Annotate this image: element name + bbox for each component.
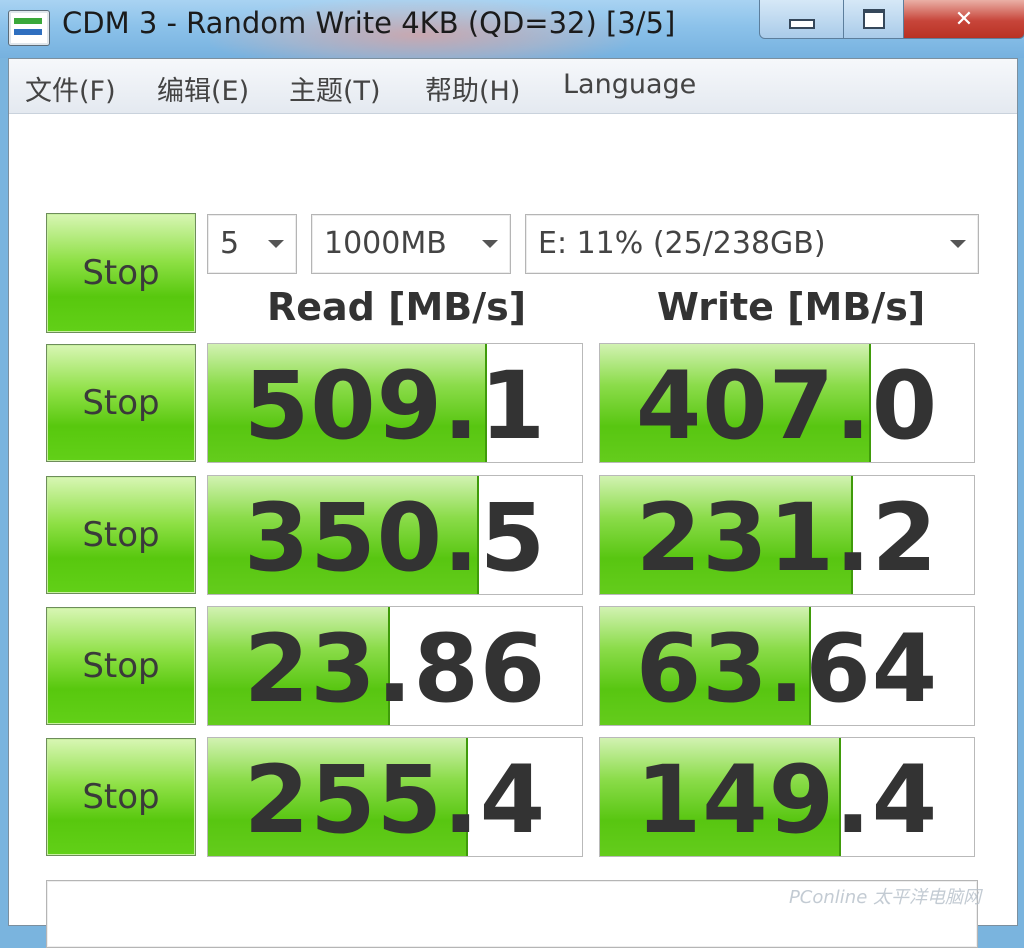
write-value: 231.2 [635, 484, 939, 593]
read-value: 509.1 [243, 352, 547, 461]
cdm-app-icon[interactable] [8, 10, 50, 46]
close-button[interactable]: ✕ [903, 0, 1024, 39]
test-size-value: 1000MB [324, 226, 447, 261]
stop-all-label: Stop [82, 253, 160, 293]
write-value: 149.4 [635, 746, 939, 855]
app-icon-bar-blue [14, 29, 42, 35]
stop-label: Stop [82, 646, 160, 686]
watermark-logo: PConline 太平洋电脑网 [788, 887, 981, 908]
chevron-down-icon [482, 240, 498, 248]
stop-seq-button[interactable]: Stop [46, 344, 196, 462]
app-icon-bar-green [14, 18, 42, 24]
drive-select[interactable]: E: 11% (25/238GB) [525, 214, 979, 274]
benchmark-panel: Stop 5 1000MB E: 11% (25/238GB) Read [MB… [9, 114, 1017, 948]
minimize-icon [789, 19, 815, 29]
maximize-button[interactable] [843, 0, 905, 39]
chevron-down-icon [950, 240, 966, 248]
app-window: 文件(F) 编辑(E) 主题(T) 帮助(H) Language Stop 5 … [8, 58, 1018, 948]
read-result-512k: 350.5 [207, 475, 583, 595]
menu-file[interactable]: 文件(F) [25, 69, 116, 108]
window-controls: ✕ [759, 0, 1024, 40]
minimize-button[interactable] [759, 0, 845, 39]
read-value: 255.4 [243, 746, 547, 855]
stop-all-button[interactable]: Stop [46, 213, 196, 333]
window-title: CDM 3 - Random Write 4KB (QD=32) [3/5] [62, 6, 676, 40]
menu-theme[interactable]: 主题(T) [289, 69, 381, 108]
stop-label: Stop [82, 777, 160, 817]
stop-label: Stop [82, 515, 160, 555]
maximize-icon [863, 9, 885, 29]
title-bar: CDM 3 - Random Write 4KB (QD=32) [3/5] ✕ [0, 0, 1024, 70]
write-value: 63.64 [635, 615, 939, 724]
write-result-512k: 231.2 [599, 475, 975, 595]
close-icon: ✕ [954, 6, 974, 32]
test-size-select[interactable]: 1000MB [311, 214, 511, 274]
menu-language[interactable]: Language [563, 69, 696, 100]
chevron-down-icon [268, 240, 284, 248]
read-value: 350.5 [243, 484, 547, 593]
drive-value: E: 11% (25/238GB) [538, 226, 826, 261]
stop-4k-qd32-button[interactable]: Stop [46, 738, 196, 856]
write-result-4k: 63.64 [599, 606, 975, 726]
write-value: 407.0 [635, 352, 939, 461]
write-result-4k-qd32: 149.4 [599, 737, 975, 857]
write-result-seq: 407.0 [599, 343, 975, 463]
read-column-header: Read [MB/s] [267, 285, 527, 329]
stop-4k-button[interactable]: Stop [46, 607, 196, 725]
read-result-4k-qd32: 255.4 [207, 737, 583, 857]
menu-edit[interactable]: 编辑(E) [157, 69, 249, 108]
test-count-select[interactable]: 5 [207, 214, 297, 274]
read-result-seq: 509.1 [207, 343, 583, 463]
read-result-4k: 23.86 [207, 606, 583, 726]
stop-label: Stop [82, 383, 160, 423]
menu-bar: 文件(F) 编辑(E) 主题(T) 帮助(H) Language [9, 59, 1017, 114]
read-value: 23.86 [243, 615, 547, 724]
menu-help[interactable]: 帮助(H) [425, 69, 520, 108]
stop-512k-button[interactable]: Stop [46, 476, 196, 594]
write-column-header: Write [MB/s] [657, 285, 926, 329]
test-count-value: 5 [220, 226, 240, 261]
